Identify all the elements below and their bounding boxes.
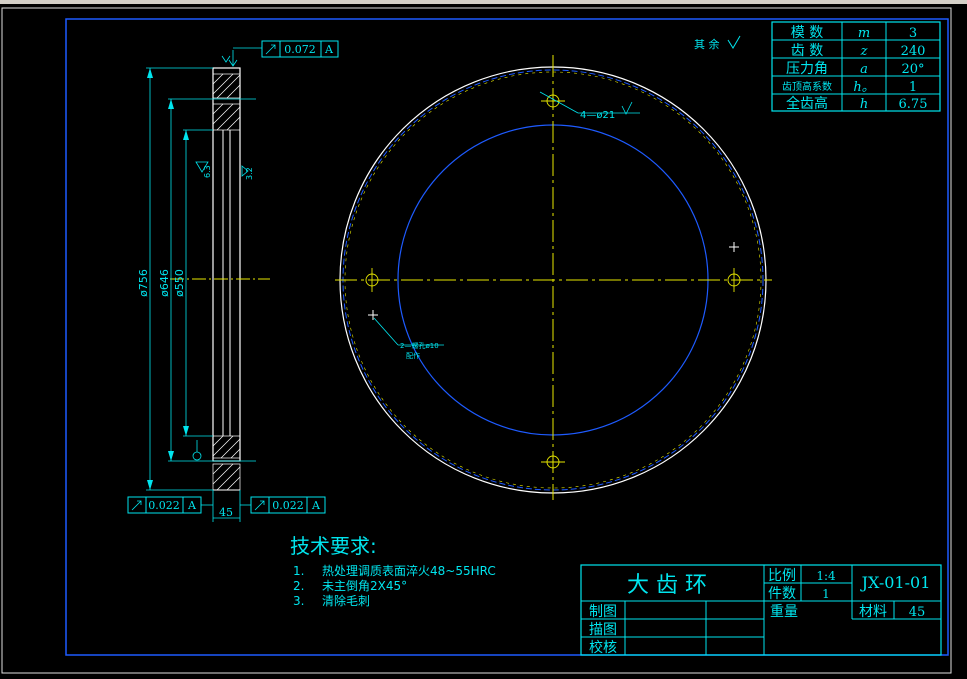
section-view: ø756 ø646 ø550 6.3 3.2 0.072 A 0.022 A 0… (127, 40, 339, 522)
param-label-module: 模 数 (791, 25, 823, 41)
param-label-pressure-angle: 压力角 (786, 61, 828, 77)
hole-note-bottom-line1: 2—螺孔ø10 (400, 341, 439, 350)
circular-runout-icon (265, 44, 276, 55)
roughness-symbol-icon (727, 35, 741, 49)
param-label-tooth-depth: 全齿高 (786, 95, 828, 112)
scale-label: 比例 (768, 568, 796, 584)
tech-req-item-1: 热处理调质表面淬火48~55HRC (322, 563, 496, 578)
part-name: 大 齿 环 (627, 573, 707, 598)
count-label: 件数 (768, 586, 796, 602)
tolerance-bottom-left-value: 0.022 (148, 499, 180, 512)
count-value: 1 (822, 587, 830, 601)
param-symbol-teeth: z (860, 44, 868, 59)
param-symbol-addendum-coef: h。 (853, 80, 874, 95)
param-symbol-tooth-depth: h (860, 97, 868, 112)
hole-note-top: 4—ø21 (580, 110, 615, 121)
drawing-number: JX-01-01 (860, 573, 931, 592)
param-symbol-module: m (858, 26, 870, 41)
section-hatch-bottom (212, 435, 241, 491)
tech-req-num-1: 1. (293, 564, 304, 578)
checked-by-label: 校核 (589, 639, 617, 656)
width-dimension: 45 (212, 490, 241, 522)
circular-runout-icon-2 (131, 500, 142, 511)
section-hatch-top (212, 73, 241, 131)
tolerance-bottom-right-datum: A (311, 499, 321, 512)
dim-diameter-550: ø550 (173, 269, 186, 297)
material-label: 材料 (859, 604, 887, 620)
tech-req-num-2: 2. (293, 579, 304, 593)
front-view: 4—ø21 2—螺孔ø10 配作 (335, 55, 772, 500)
dim-diameter-646: ø646 (158, 269, 171, 297)
tolerance-top-datum: A (324, 43, 334, 56)
param-value-addendum-coef: 1 (909, 80, 917, 95)
param-value-tooth-depth: 6.75 (899, 97, 928, 112)
drawing-frame (65, 18, 949, 656)
param-label-addendum-coef: 齿顶高系数 (782, 80, 832, 93)
dim-diameter-756: ø756 (137, 269, 150, 297)
hole-note-bottom-line2: 配作 (406, 351, 420, 360)
cad-drawing: 模 数 m 3 齿 数 z 240 压力角 a 20° 齿顶高系数 h。 1 全… (1, 7, 952, 674)
tolerance-bottom-right-value: 0.022 (272, 499, 304, 512)
param-label-teeth: 齿 数 (791, 43, 823, 59)
tolerance-bottom-left-datum: A (187, 499, 197, 512)
dim-width-45: 45 (219, 506, 233, 519)
tolerance-top-value: 0.072 (284, 43, 316, 56)
circular-runout-icon-3 (254, 500, 265, 511)
tolerance-frame-bottom-right: 0.022 A (240, 496, 326, 514)
param-symbol-pressure-angle: a (860, 62, 868, 77)
title-block: 大 齿 环 比例 1:4 件数 1 重量 JX-01-01 材料 45 制图 描… (580, 564, 942, 656)
material-value: 45 (909, 605, 926, 620)
param-value-module: 3 (909, 26, 917, 41)
traced-by-label: 描图 (589, 622, 617, 638)
roughness-value-1: 6.3 (203, 165, 212, 178)
tolerance-frame-bottom-left: 0.022 A (127, 496, 213, 514)
tech-req-item-2: 未主倒角2X45° (322, 579, 407, 593)
tech-req-item-3: 清除毛刺 (322, 593, 370, 608)
roughness-value-2: 3.2 (245, 167, 254, 180)
rest-roughness-note: 其 余 (694, 35, 741, 51)
tech-req-title: 技术要求: (290, 534, 377, 558)
rest-note-text: 其 余 (694, 37, 720, 51)
roughness-symbol-icon-2 (621, 101, 633, 115)
param-value-teeth: 240 (901, 44, 926, 59)
scale-value: 1:4 (816, 569, 836, 583)
param-value-pressure-angle: 20° (901, 62, 924, 77)
weight-label: 重量 (770, 604, 798, 620)
tech-req-num-3: 3. (293, 594, 304, 608)
tolerance-frame-top: 0.072 A (221, 40, 339, 67)
gear-parameter-table: 模 数 m 3 齿 数 z 240 压力角 a 20° 齿顶高系数 h。 1 全… (771, 21, 941, 112)
drawn-by-label: 制图 (589, 604, 617, 620)
technical-requirements: 技术要求: 1. 热处理调质表面淬火48~55HRC 2. 未主倒角2X45° … (290, 534, 496, 608)
datum-symbol-icon (192, 451, 202, 461)
section-outline (212, 67, 241, 462)
